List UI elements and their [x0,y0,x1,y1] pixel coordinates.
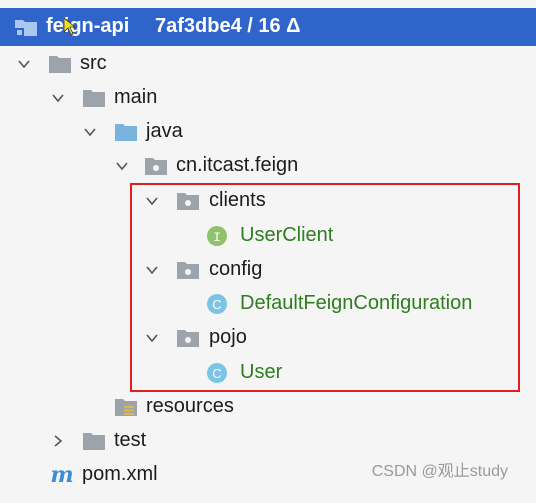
watermark: CSDN @观止study [371,463,508,480]
chevron-down-icon[interactable] [82,124,98,140]
mouse-cursor-icon [64,18,76,36]
tree-row-package[interactable]: cn.itcast.feign [0,149,536,183]
chevron-down-icon[interactable] [50,90,66,106]
resources-folder-icon [115,399,137,416]
module-name: feign-api [46,15,130,37]
project-tree-panel: feign-api 7af3dbe4 / 16 Δ src main java [0,0,536,503]
tree-row-src[interactable]: src [0,47,536,81]
folder-icon [83,433,105,450]
file-label-pom: pom.xml [82,463,158,485]
folder-icon [83,90,105,107]
tree-row-feign-api[interactable]: feign-api 7af3dbe4 / 16 Δ [0,8,536,46]
tree-row-java[interactable]: java [0,115,536,149]
chevron-right-icon[interactable] [50,433,66,449]
maven-icon: m [50,463,73,487]
chevron-down-icon[interactable] [16,56,32,72]
svg-text:m: m [50,463,73,487]
commit-info: 7af3dbe4 / 16 Δ [155,15,301,37]
source-folder-icon [115,124,137,141]
highlight-rectangle [130,183,520,392]
chevron-down-icon[interactable] [114,158,130,174]
tree-row-resources[interactable]: resources [0,390,536,424]
folder-icon [49,56,71,73]
tree-row-main[interactable]: main [0,81,536,115]
package-icon [145,158,167,175]
package-label: cn.itcast.feign [176,154,299,176]
folder-label-java: java [146,120,183,142]
folder-label-resources: resources [146,395,234,417]
folder-label-main: main [114,86,158,108]
folder-label-src: src [80,52,107,74]
module-folder-icon [15,20,37,36]
tree-row-test[interactable]: test [0,424,536,458]
folder-label-test: test [114,429,147,451]
